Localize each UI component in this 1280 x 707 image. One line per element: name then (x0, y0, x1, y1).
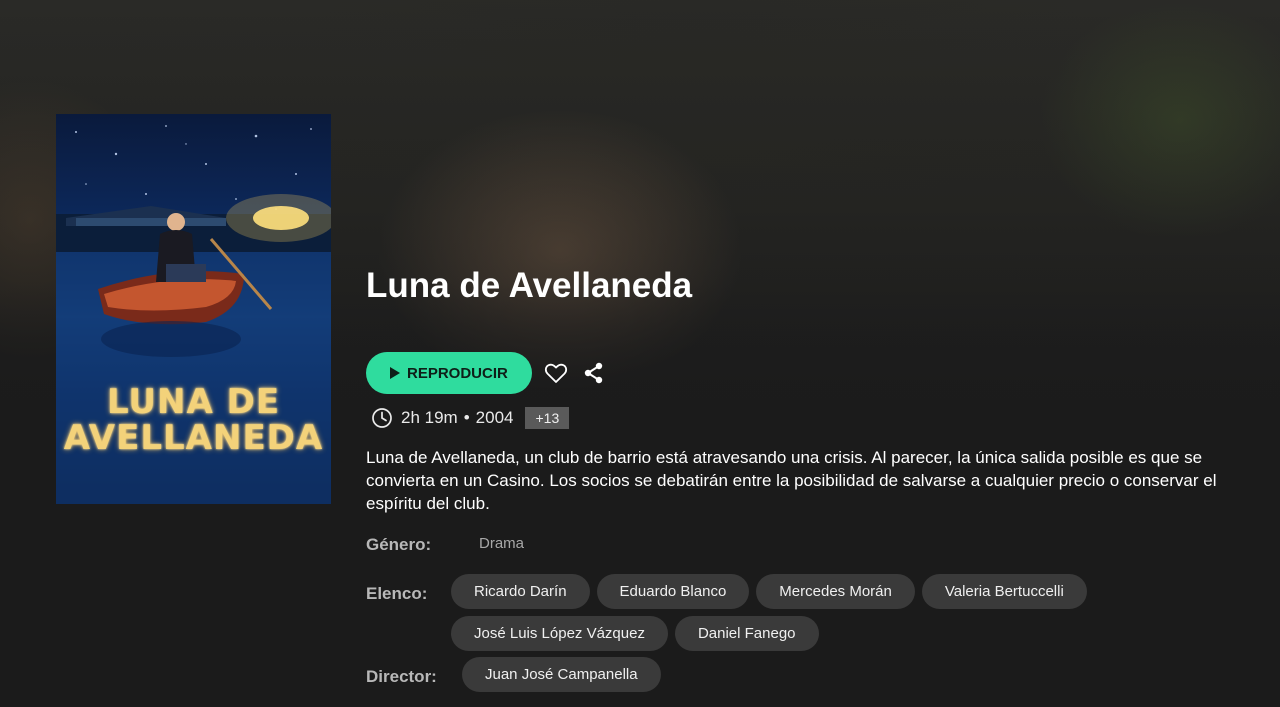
poster-title-art: LUNA DE AVELLANEDA (63, 382, 324, 458)
meta-separator: • (463, 408, 470, 427)
clock-icon (372, 408, 392, 428)
cast-chip[interactable]: Valeria Bertuccelli (921, 574, 1087, 609)
movie-poster: LUNA DE AVELLANEDA (56, 114, 331, 504)
cast-list: Ricardo Darín Eduardo Blanco Mercedes Mo… (451, 574, 1151, 651)
cast-label: Elenco: (366, 584, 428, 603)
genre-value: Drama (479, 535, 525, 552)
share-icon (584, 362, 603, 384)
director-chip[interactable]: Juan José Campanella (462, 657, 661, 692)
age-rating-badge: +13 (525, 407, 570, 429)
cast-chip[interactable]: Eduardo Blanco (596, 574, 750, 609)
play-button[interactable]: REPRODUCIR (366, 352, 532, 394)
cast-chip[interactable]: Mercedes Morán (756, 574, 915, 609)
director-list: Juan José Campanella (462, 657, 661, 692)
share-button[interactable] (580, 359, 608, 387)
release-year: 2004 (475, 408, 514, 427)
play-button-label: REPRODUCIR (407, 364, 508, 382)
cast-chip[interactable]: Ricardo Darín (451, 574, 590, 609)
favorite-button[interactable] (542, 359, 570, 387)
genre-label: Género: (366, 535, 432, 554)
play-icon (390, 367, 400, 379)
movie-detail-page: LUNA DE AVELLANEDA Luna de Avellaneda RE… (0, 0, 1280, 707)
director-label: Director: (366, 667, 437, 686)
movie-title: Luna de Avellaneda (366, 266, 693, 305)
synopsis: Luna de Avellaneda, un club de barrio es… (366, 448, 1217, 513)
action-bar: REPRODUCIR (366, 352, 608, 394)
heart-icon (544, 363, 567, 383)
cast-chip[interactable]: Daniel Fanego (674, 616, 819, 651)
cast-chip[interactable]: José Luis López Vázquez (451, 616, 668, 651)
movie-meta: 2h 19m • 2004 +13 (371, 407, 570, 429)
duration: 2h 19m (401, 408, 458, 427)
